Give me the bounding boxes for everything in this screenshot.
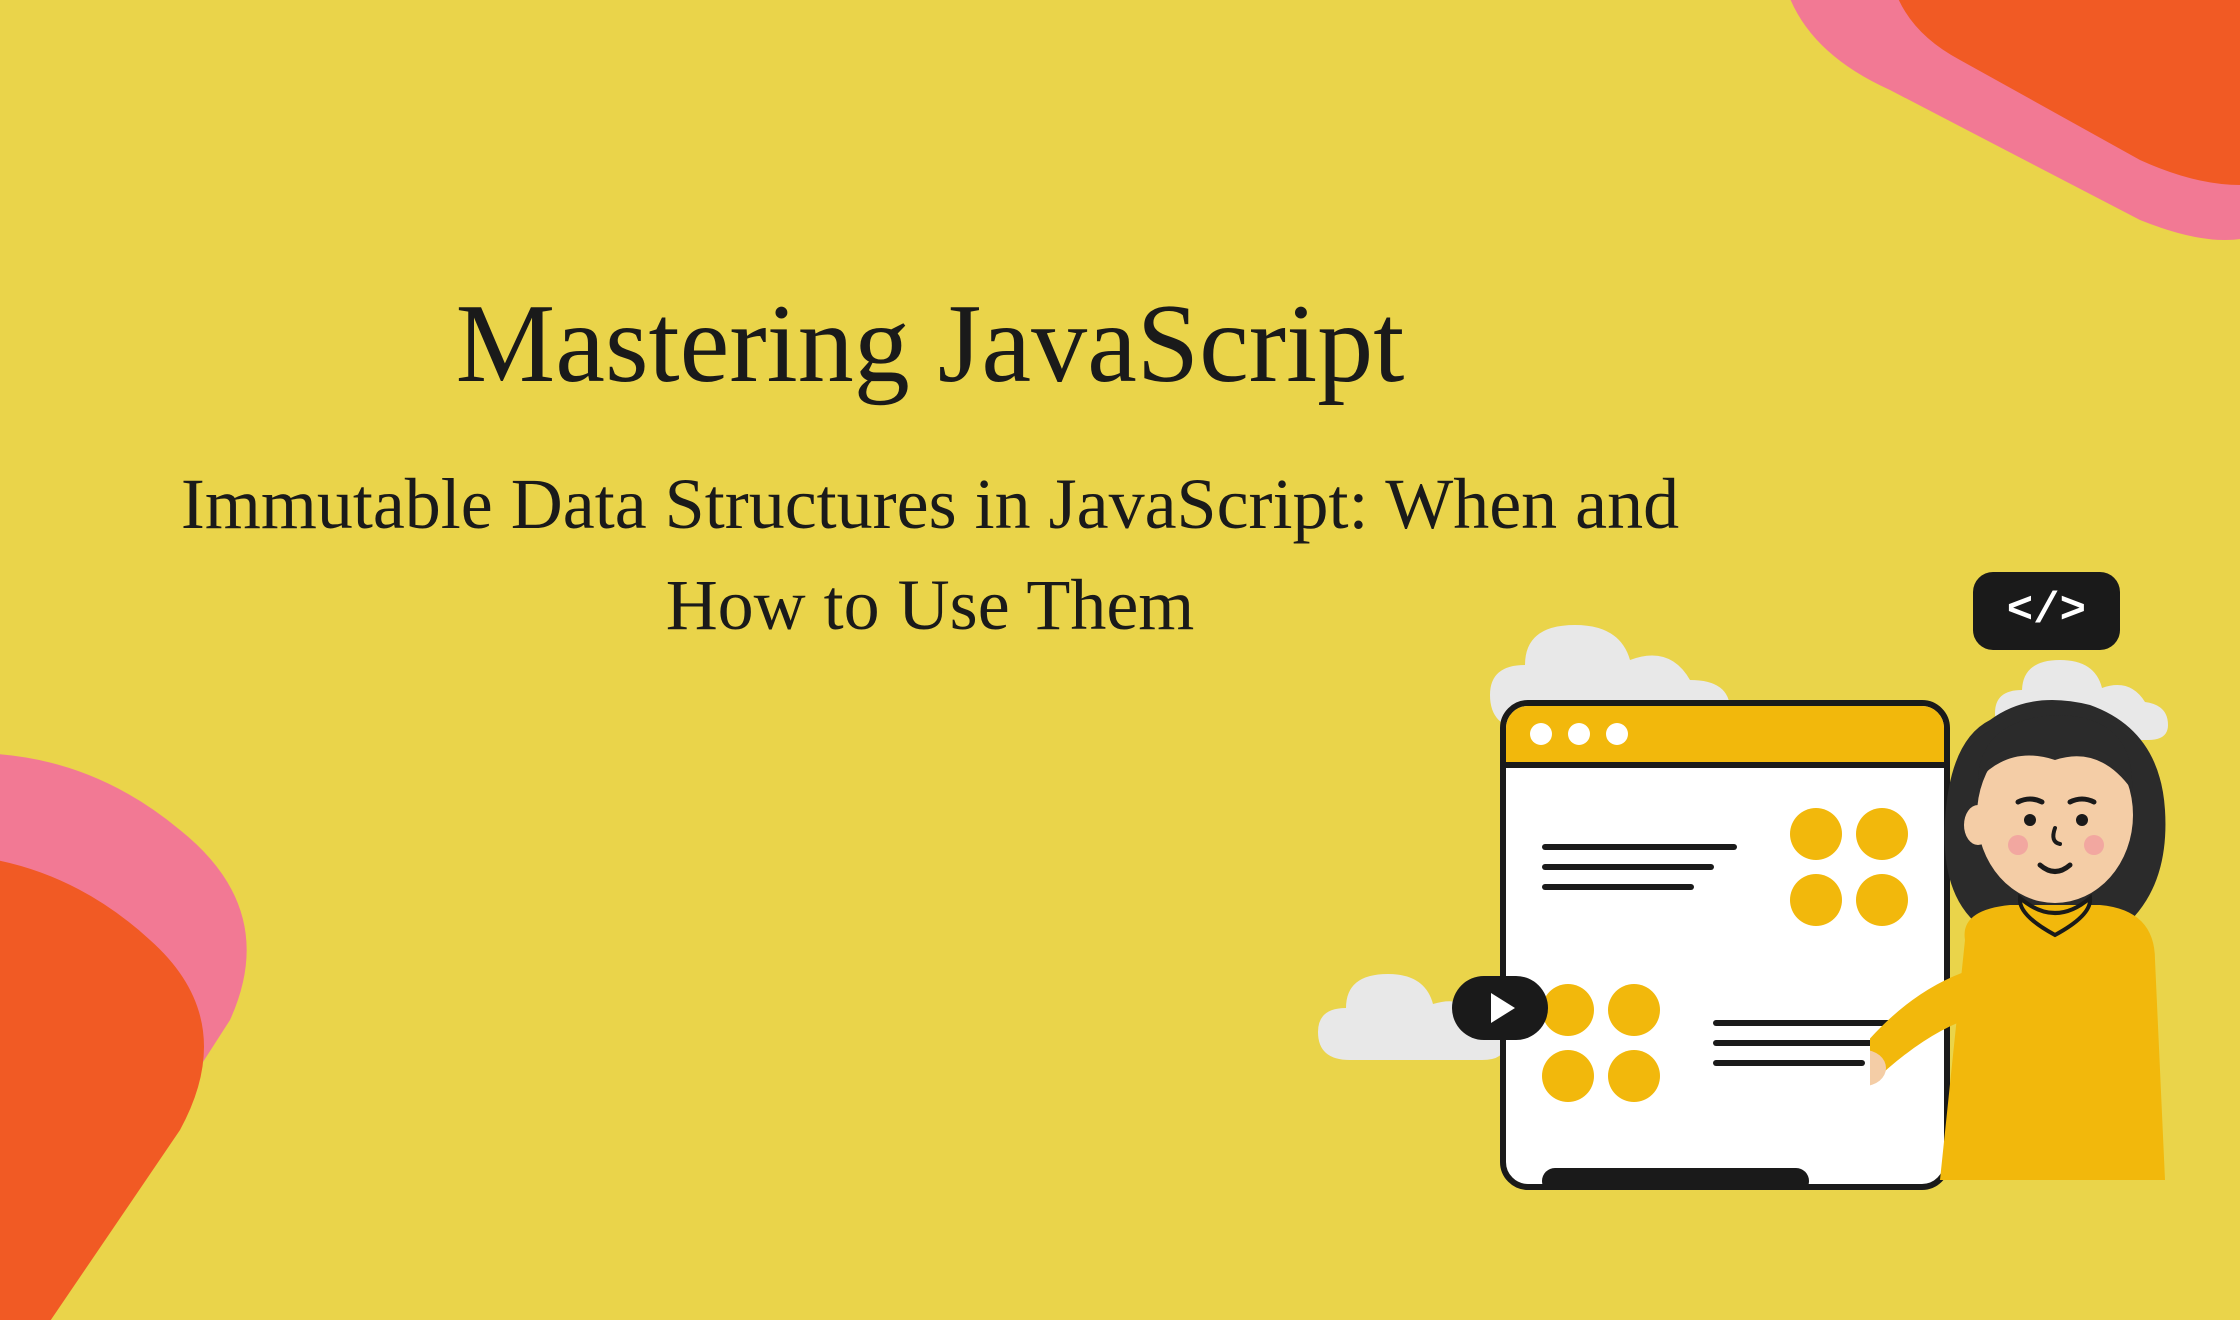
code-badge: </> [1973, 572, 2120, 650]
window-dot [1530, 723, 1552, 745]
corner-bottom-left-shape [0, 600, 440, 1320]
person-illustration [1870, 660, 2210, 1200]
corner-top-right-shape [1660, 0, 2240, 360]
illustration-group: </> [1440, 560, 2200, 1240]
text-lines-placeholder [1542, 844, 1737, 890]
play-button-icon [1452, 976, 1548, 1040]
bottom-bar-placeholder [1542, 1168, 1809, 1190]
main-title: Mastering JavaScript [140, 280, 1720, 409]
dot-grid-placeholder [1542, 984, 1660, 1102]
window-dot [1606, 723, 1628, 745]
window-dot [1568, 723, 1590, 745]
